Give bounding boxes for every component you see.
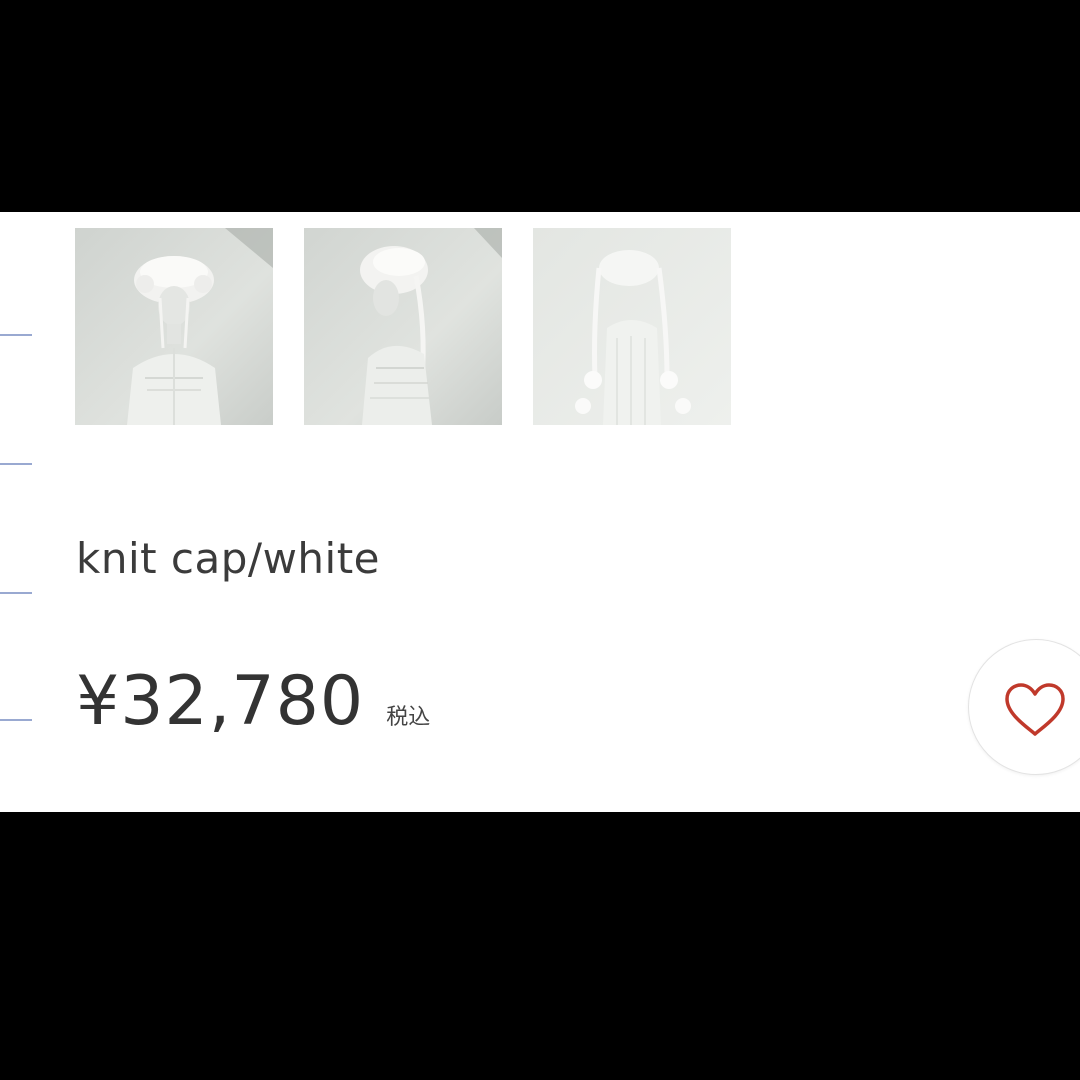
scroll-indicator: [0, 212, 34, 812]
product-photo-front-icon: [75, 228, 273, 425]
heart-icon: [1005, 683, 1065, 736]
product-price: ¥32,780: [76, 662, 365, 741]
product-card: knit cap/white ¥32,780 税込: [0, 212, 1080, 812]
scroll-tick: [0, 463, 32, 465]
product-photo-side-icon: [304, 228, 502, 425]
thumbnail-back[interactable]: [533, 228, 731, 425]
price-row: ¥32,780 税込: [76, 662, 430, 741]
thumbnail-front[interactable]: [75, 228, 273, 425]
scroll-tick: [0, 592, 32, 594]
thumbnail-gallery: [75, 228, 731, 425]
product-photo-back-icon: [533, 228, 731, 425]
thumbnail-side[interactable]: [304, 228, 502, 425]
product-title: knit cap/white: [76, 534, 381, 583]
tax-included-label: 税込: [386, 705, 431, 730]
favorite-button[interactable]: [968, 639, 1080, 775]
scroll-tick: [0, 719, 32, 721]
scroll-tick: [0, 334, 32, 336]
